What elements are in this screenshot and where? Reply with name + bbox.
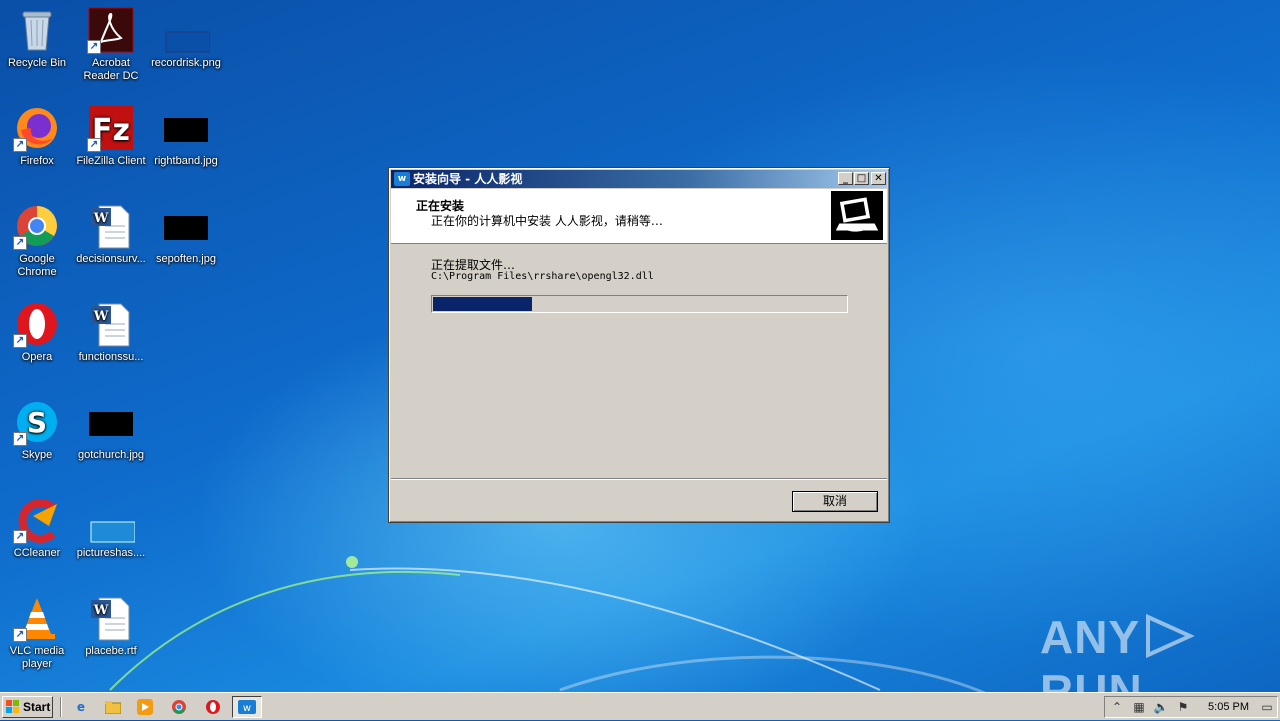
desktop-icon-filezilla[interactable]: Fz ↗ FileZilla Client — [74, 104, 148, 168]
desktop-icon-label: Skype — [21, 449, 53, 461]
opera-icon — [206, 700, 220, 714]
current-file-path: C:\Program Files\rrshare\opengl32.dll — [431, 271, 654, 282]
media-player-icon — [137, 699, 153, 715]
window-title: 安装向导 - 人人影视 — [413, 172, 523, 186]
desktop-icon-label: VLC media player — [9, 645, 65, 670]
desktop-icon-recordrisk[interactable]: recordrisk.png — [149, 6, 223, 70]
image-thumbnail-icon — [164, 118, 208, 142]
image-thumbnail-icon — [89, 412, 133, 436]
shortcut-arrow-icon: ↗ — [13, 432, 27, 446]
watermark-left: ANY — [1040, 611, 1141, 663]
image-file-icon — [165, 31, 211, 53]
taskbar-opera[interactable] — [198, 696, 228, 718]
taskbar-divider — [60, 697, 62, 717]
desktop-icon-firefox[interactable]: ↗ Firefox — [0, 104, 74, 168]
desktop-icon-rightband[interactable]: rightband.jpg — [149, 104, 223, 168]
desktop-icon-label: Opera — [21, 351, 53, 363]
divider — [391, 478, 887, 480]
folder-icon — [104, 701, 122, 715]
desktop-icon-sepoften[interactable]: sepoften.jpg — [149, 202, 223, 266]
installer-app-icon: w — [238, 700, 256, 714]
svg-text:w: w — [243, 703, 251, 714]
shortcut-arrow-icon: ↗ — [13, 628, 27, 642]
image-file-icon — [90, 521, 136, 543]
desktop-icon-pictureshas[interactable]: pictureshas.... — [74, 496, 148, 560]
windows-flag-icon — [6, 700, 19, 713]
taskbar-explorer[interactable] — [98, 696, 128, 718]
word-document-icon: W — [91, 597, 130, 641]
word-document-icon: W — [91, 303, 130, 347]
desktop-icon-label: FileZilla Client — [76, 155, 146, 167]
desktop-icon-label: sepoften.jpg — [156, 253, 216, 265]
network-icon[interactable]: ▦ — [1131, 699, 1147, 715]
play-logo-icon — [1146, 613, 1195, 659]
desktop-icon-vlc[interactable]: ↗ VLC media player — [0, 594, 74, 671]
installer-window[interactable]: w 安装向导 - 人人影视 _ □ ✕ 正在安装 正在你的计算机中安装 人人影视… — [388, 167, 890, 523]
svg-text:S: S — [27, 406, 47, 439]
clock[interactable]: 5:05 PM — [1208, 697, 1249, 717]
desktop-icon-label: CCleaner — [13, 547, 61, 559]
system-tray: ⌃ ▦ 🔈 ⚑ 5:05 PM ▭ — [1104, 696, 1278, 718]
desktop-icon-label: pictureshas.... — [76, 547, 146, 559]
taskbar-ie[interactable]: e — [66, 696, 96, 718]
title-bar[interactable]: w 安装向导 - 人人影视 _ □ ✕ — [391, 170, 887, 188]
start-label: Start — [23, 700, 51, 714]
desktop-icon-label: functionssu... — [78, 351, 144, 363]
desktop-icon-gotchurch[interactable]: gotchurch.jpg — [74, 398, 148, 462]
progress-fill — [433, 297, 533, 311]
image-thumbnail-icon — [164, 216, 208, 240]
desktop-icon-decisionsurv[interactable]: W decisionsurv... — [74, 202, 148, 266]
desktop-icon-label: decisionsurv... — [76, 253, 146, 265]
desktop-icon-label: placebe.rtf — [85, 645, 137, 657]
desktop-icon-label: rightband.jpg — [154, 155, 218, 167]
recycle-bin-icon — [22, 11, 52, 51]
installer-computer-icon — [831, 191, 883, 240]
taskbar-media-player[interactable] — [130, 696, 160, 718]
desktop-icon-functionssu[interactable]: W functionssu... — [74, 300, 148, 364]
shortcut-arrow-icon: ↗ — [13, 334, 27, 348]
internet-explorer-icon: e — [76, 700, 86, 714]
chrome-icon — [172, 700, 186, 714]
show-desktop-icon[interactable]: ▭ — [1259, 699, 1275, 715]
desktop-icon-placebe[interactable]: W placebe.rtf — [74, 594, 148, 658]
action-center-flag-icon[interactable]: ⚑ — [1175, 699, 1191, 715]
desktop-icon-opera[interactable]: ↗ Opera — [0, 300, 74, 364]
desktop-icon-acrobat[interactable]: ↗ Acrobat Reader DC — [74, 6, 148, 83]
start-button[interactable]: Start — [2, 696, 53, 718]
desktop-icon-skype[interactable]: S ↗ Skype — [0, 398, 74, 462]
desktop-icon-label: Acrobat Reader DC — [83, 57, 139, 82]
shortcut-arrow-icon: ↗ — [87, 138, 101, 152]
taskbar-installer[interactable]: w — [232, 696, 262, 718]
maximize-button[interactable]: □ — [854, 172, 869, 185]
taskbar: Start e w ⌃ ▦ 🔈 ⚑ 5:05 PM ▭ — [0, 692, 1280, 720]
wizard-header: 正在安装 正在你的计算机中安装 人人影视，请稍等… — [391, 189, 887, 244]
svg-text:W: W — [93, 211, 109, 226]
cancel-button[interactable]: 取消 — [792, 491, 878, 512]
desktop-icon-label: Google Chrome — [17, 253, 57, 278]
svg-text:W: W — [93, 309, 109, 324]
header-subtitle: 正在你的计算机中安装 人人影视，请稍等… — [431, 214, 663, 228]
desktop-icon-label: Firefox — [20, 155, 54, 167]
desktop-icon-chrome[interactable]: ↗ Google Chrome — [0, 202, 74, 279]
desktop-icon-recycle-bin[interactable]: Recycle Bin — [0, 6, 74, 70]
progress-bar — [431, 295, 848, 313]
desktop-icon-label: gotchurch.jpg — [77, 449, 145, 461]
app-icon: w — [394, 172, 410, 186]
shortcut-arrow-icon: ↗ — [13, 138, 27, 152]
desktop-icon-label: recordrisk.png — [151, 57, 221, 69]
shortcut-arrow-icon: ↗ — [13, 236, 27, 250]
shortcut-arrow-icon: ↗ — [87, 40, 101, 54]
volume-icon[interactable]: 🔈 — [1153, 699, 1169, 715]
svg-text:W: W — [93, 603, 109, 618]
desktop-icon-ccleaner[interactable]: ↗ CCleaner — [0, 496, 74, 560]
taskbar-chrome[interactable] — [164, 696, 194, 718]
show-hidden-icons-icon[interactable]: ⌃ — [1109, 699, 1125, 715]
word-document-icon: W — [91, 205, 130, 249]
close-button[interactable]: ✕ — [871, 172, 886, 185]
shortcut-arrow-icon: ↗ — [13, 530, 27, 544]
minimize-button[interactable]: _ — [838, 172, 853, 185]
desktop-icon-label: Recycle Bin — [7, 57, 67, 69]
